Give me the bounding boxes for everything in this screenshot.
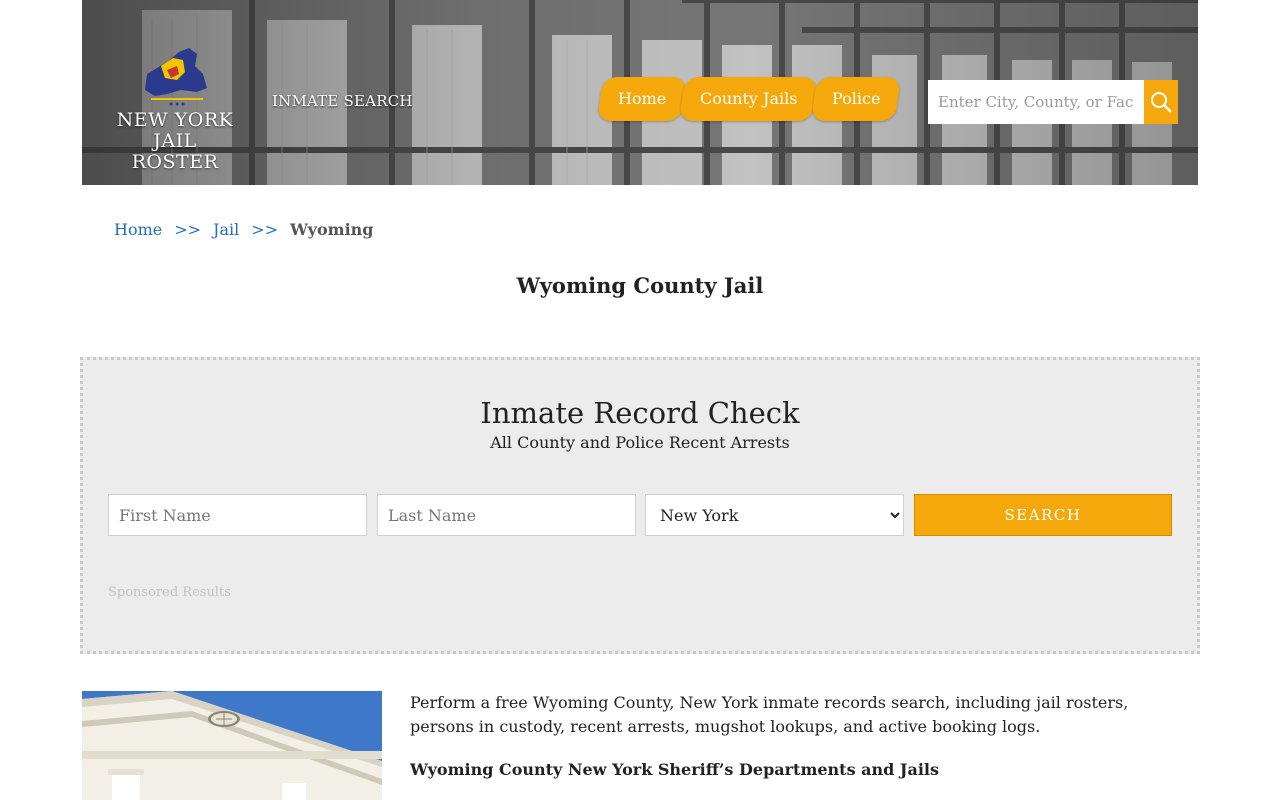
intro-paragraph: Perform a free Wyoming County, New York … xyxy=(410,693,1129,736)
courthouse-illustration xyxy=(82,691,382,800)
state-select[interactable]: New York xyxy=(645,494,904,536)
section-heading: Wyoming County New York Sheriff’s Depart… xyxy=(410,760,940,779)
site-search xyxy=(928,80,1178,124)
breadcrumb-separator: >> xyxy=(174,220,202,239)
breadcrumb-current: Wyoming xyxy=(290,220,374,239)
inmate-search-link[interactable]: INMATE SEARCH xyxy=(272,92,413,110)
nav-tab-home[interactable]: Home xyxy=(596,77,688,121)
site-search-input[interactable] xyxy=(928,80,1144,124)
courthouse-image xyxy=(82,691,382,800)
main-nav: Home County Jails Police xyxy=(596,77,902,121)
last-name-input[interactable] xyxy=(377,494,636,536)
sponsored-results-label: Sponsored Results xyxy=(108,585,231,600)
logo-line-2: JAIL ROSTER xyxy=(131,130,219,173)
nav-tab-police-label: Police xyxy=(831,89,881,108)
nav-tab-county-jails-label: County Jails xyxy=(700,89,798,108)
record-check-subtitle: All County and Police Recent Arrests xyxy=(490,433,790,452)
header-banner: NEW YORK JAIL ROSTER INMATE SEARCH Home … xyxy=(82,0,1198,185)
logo-line-1: NEW YORK xyxy=(116,109,234,131)
nav-tab-home-label: Home xyxy=(618,89,667,108)
first-name-input[interactable] xyxy=(108,494,367,536)
breadcrumb-home-link[interactable]: Home xyxy=(114,220,162,239)
site-search-button[interactable] xyxy=(1144,80,1178,124)
nav-tab-county-jails[interactable]: County Jails xyxy=(679,77,819,121)
site-logo[interactable]: NEW YORK JAIL ROSTER xyxy=(110,44,240,173)
new-york-state-map-icon xyxy=(145,48,207,106)
breadcrumb-separator: >> xyxy=(251,220,279,239)
breadcrumb-jail-link[interactable]: Jail xyxy=(213,220,239,239)
record-check-title: Inmate Record Check xyxy=(480,396,800,430)
page-title: Wyoming County Jail xyxy=(516,273,764,298)
record-search-button[interactable]: SEARCH xyxy=(914,494,1172,536)
logo-text: NEW YORK JAIL ROSTER xyxy=(110,110,240,173)
breadcrumb: Home >> Jail >> Wyoming xyxy=(114,220,373,239)
search-icon xyxy=(1151,92,1172,113)
nav-tab-police[interactable]: Police xyxy=(810,77,902,121)
inmate-record-check-panel: Inmate Record Check All County and Polic… xyxy=(80,357,1200,654)
